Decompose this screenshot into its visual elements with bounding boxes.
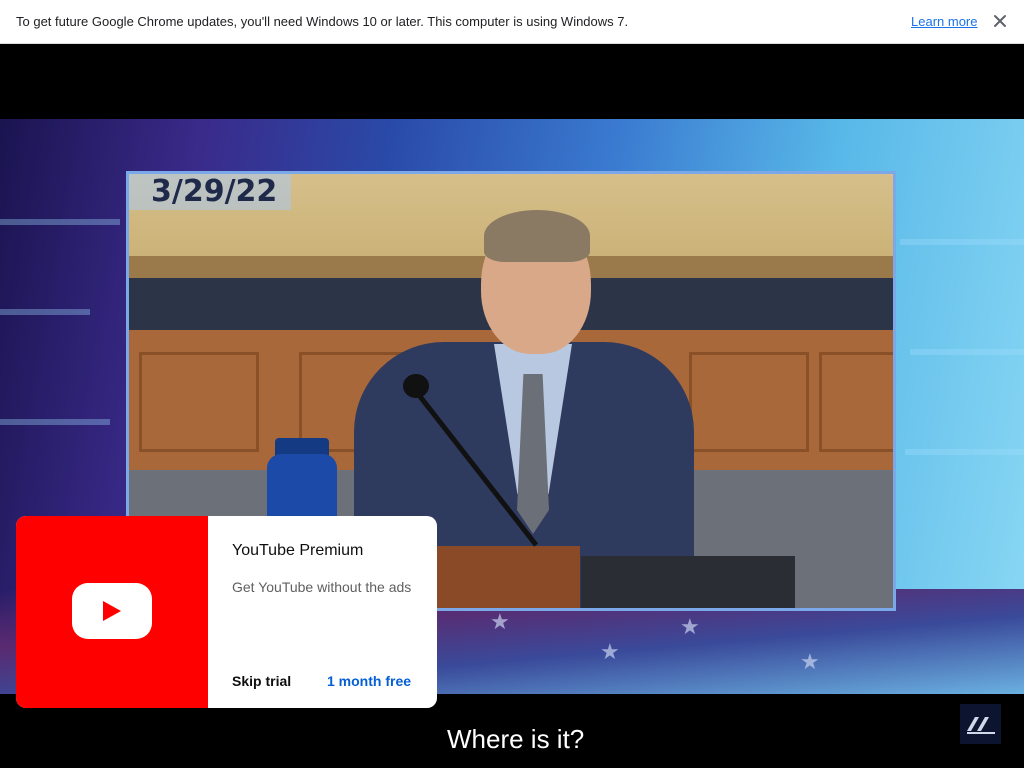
- close-icon[interactable]: [990, 10, 1010, 32]
- subtitle-caption: Where is it?: [447, 724, 585, 754]
- star-icon: ★: [800, 649, 820, 674]
- skip-trial-button[interactable]: Skip trial: [232, 673, 291, 689]
- youtube-premium-promo: YouTube Premium Get YouTube without the …: [16, 516, 437, 708]
- date-badge: 3/29/22: [129, 174, 292, 210]
- chrome-update-infobar: To get future Google Chrome updates, you…: [0, 0, 1024, 44]
- star-icon: ★: [680, 614, 700, 639]
- youtube-logo-icon: [72, 583, 152, 639]
- promo-subtitle: Get YouTube without the ads: [232, 579, 412, 595]
- microphone: [403, 374, 429, 398]
- promo-title: YouTube Premium: [232, 542, 364, 559]
- channel-watermark-icon[interactable]: [960, 704, 1001, 744]
- star-icon: ★: [490, 609, 510, 634]
- nameplate: [581, 556, 795, 608]
- learn-more-link[interactable]: Learn more: [911, 14, 977, 29]
- free-trial-button[interactable]: 1 month free: [327, 673, 411, 689]
- promo-logo-panel: [16, 516, 208, 708]
- star-icon: ★: [600, 639, 620, 664]
- infobar-message: To get future Google Chrome updates, you…: [16, 14, 629, 29]
